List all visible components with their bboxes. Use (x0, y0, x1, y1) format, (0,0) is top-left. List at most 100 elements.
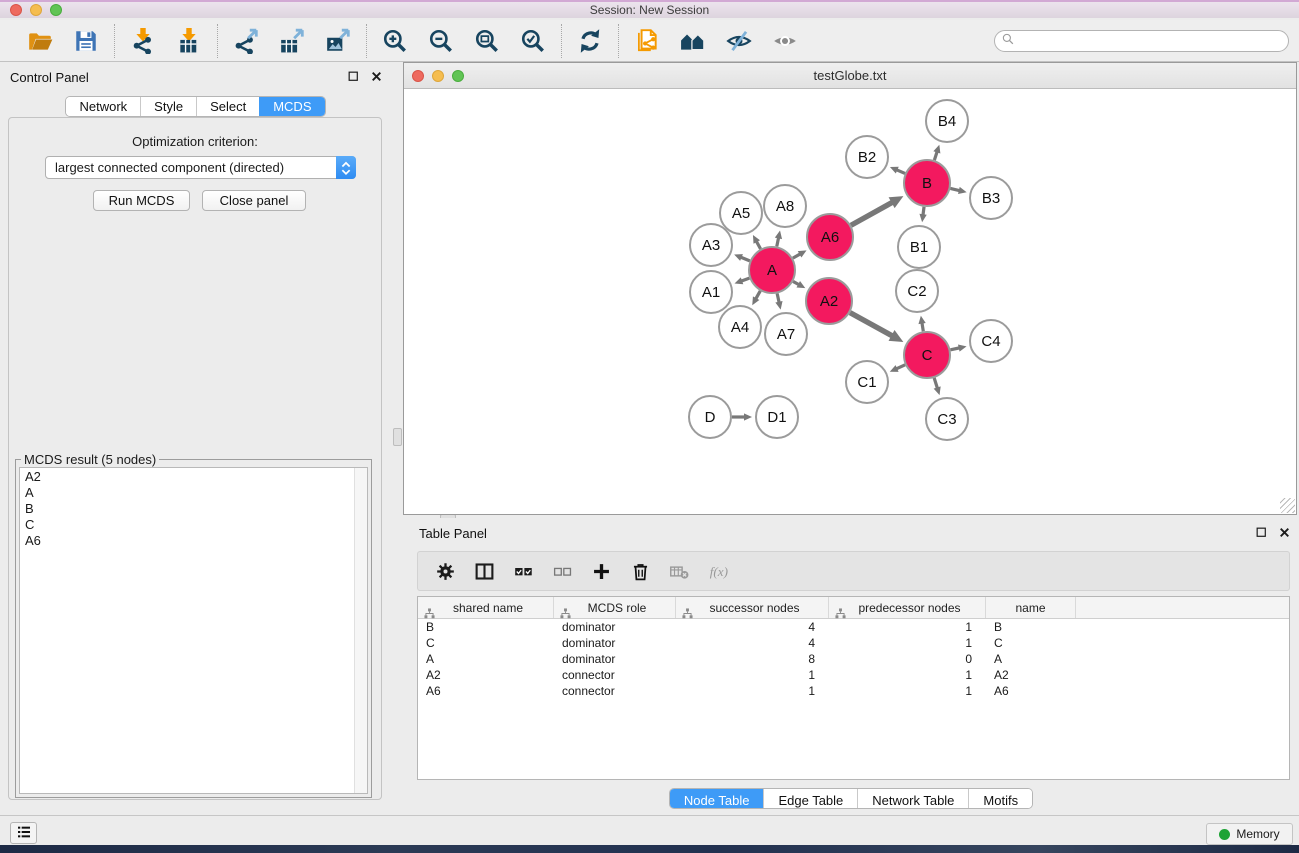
refresh-view-icon[interactable] (576, 27, 604, 55)
graph-node-C2[interactable]: C2 (896, 270, 938, 312)
table-tab-node-table[interactable]: Node Table (670, 789, 764, 809)
column-header-successor-nodes[interactable]: successor nodes (676, 597, 829, 618)
graph-node-B[interactable]: B (904, 160, 950, 206)
graph-node-A8[interactable]: A8 (764, 185, 806, 227)
zoom-selected-icon[interactable] (519, 27, 547, 55)
column-label: MCDS role (588, 601, 647, 615)
tab-network[interactable]: Network (66, 97, 140, 116)
search-box[interactable] (994, 30, 1289, 52)
tab-style[interactable]: Style (140, 97, 196, 116)
cell-name: C (986, 635, 1076, 651)
graph-node-B3[interactable]: B3 (970, 177, 1012, 219)
memory-status-icon (1219, 829, 1230, 840)
import-table-icon[interactable] (175, 27, 203, 55)
table-tab-edge-table[interactable]: Edge Table (763, 789, 857, 809)
close-panel-icon[interactable] (370, 70, 383, 83)
network-window: testGlobe.txt B4 B2 B B3 A5A8A6 A3 B1 A C2 A1 A2 A4… (403, 62, 1297, 515)
network-from-selection-icon[interactable] (633, 27, 661, 55)
graph-node-C1[interactable]: C1 (846, 361, 888, 403)
window-resize-grip[interactable] (1280, 498, 1295, 513)
column-header-predecessor-nodes[interactable]: predecessor nodes (829, 597, 986, 618)
graph-node-C[interactable]: C (904, 332, 950, 378)
column-header-MCDS-role[interactable]: MCDS role (554, 597, 676, 618)
memory-button[interactable]: Memory (1206, 823, 1293, 845)
cell-shared-name: A6 (418, 683, 554, 699)
graph-edge[interactable] (850, 313, 893, 337)
mcds-result-list[interactable]: A2ABCA6 (19, 467, 368, 794)
result-list-item[interactable]: C (20, 517, 354, 533)
graph-node-A1[interactable]: A1 (690, 271, 732, 313)
export-image-icon[interactable] (324, 27, 352, 55)
zoom-fit-icon[interactable] (473, 27, 501, 55)
task-history-button[interactable] (10, 822, 37, 844)
zoom-in-icon[interactable] (381, 27, 409, 55)
search-input[interactable] (1019, 32, 1288, 50)
table-row[interactable]: A2connector11A2 (418, 667, 1289, 683)
graph-node-A7[interactable]: A7 (765, 313, 807, 355)
result-list-item[interactable]: A2 (20, 469, 354, 485)
cell-successor-nodes: 8 (676, 651, 829, 667)
graph-node-A2[interactable]: A2 (806, 278, 852, 324)
import-network-icon[interactable] (129, 27, 157, 55)
graph-node-A3[interactable]: A3 (690, 224, 732, 266)
open-session-icon[interactable] (26, 27, 54, 55)
table-row[interactable]: A6connector11A6 (418, 683, 1289, 699)
table-tab-motifs[interactable]: Motifs (968, 789, 1032, 809)
table-settings-icon[interactable] (434, 560, 456, 582)
zoom-out-icon[interactable] (427, 27, 455, 55)
graph-node-C4[interactable]: C4 (970, 320, 1012, 362)
table-row[interactable]: Adominator80A (418, 651, 1289, 667)
export-table-icon[interactable] (278, 27, 306, 55)
graph-node-B2[interactable]: B2 (846, 136, 888, 178)
graph-node-B1[interactable]: B1 (898, 226, 940, 268)
column-header-name[interactable]: name (986, 597, 1076, 618)
graph-node-B4[interactable]: B4 (926, 100, 968, 142)
hide-selected-icon[interactable] (725, 27, 753, 55)
export-network-icon[interactable] (232, 27, 260, 55)
close-panel-button[interactable]: Close panel (202, 190, 306, 211)
table-row[interactable]: Cdominator41C (418, 635, 1289, 651)
node-label: A4 (731, 319, 749, 336)
edge-arrowhead (744, 413, 752, 420)
table-row[interactable]: Bdominator41B (418, 619, 1289, 635)
float-panel-icon[interactable] (1255, 526, 1268, 539)
split-view-icon[interactable] (473, 560, 495, 582)
graph-node-A4[interactable]: A4 (719, 306, 761, 348)
result-list-scrollbar[interactable] (354, 468, 367, 793)
graph-node-D1[interactable]: D1 (756, 396, 798, 438)
network-canvas[interactable]: B4 B2 B B3 A5A8A6 A3 B1 A C2 A1 A2 A4 A7 C4 C C1 C3 D D1 (404, 89, 1296, 514)
graph-node-A6[interactable]: A6 (807, 214, 853, 260)
deselect-all-icon[interactable] (551, 560, 573, 582)
cell-shared-name: C (418, 635, 554, 651)
graph-node-A5[interactable]: A5 (720, 192, 762, 234)
delete-table-icon (668, 560, 690, 582)
select-all-icon[interactable] (512, 560, 534, 582)
application-window: Session: New Session Control Panel Netwo… (0, 0, 1299, 853)
tab-mcds[interactable]: MCDS (259, 97, 324, 116)
graph-edge[interactable] (851, 202, 893, 226)
first-neighbors-icon[interactable] (679, 27, 707, 55)
tab-select[interactable]: Select (196, 97, 259, 116)
close-panel-icon[interactable] (1278, 526, 1291, 539)
column-header-shared-name[interactable]: shared name (418, 597, 554, 618)
delete-column-icon[interactable] (629, 560, 651, 582)
graph-node-D[interactable]: D (689, 396, 731, 438)
edge-arrowhead (933, 145, 940, 154)
result-list-item[interactable]: B (20, 501, 354, 517)
optimization-dropdown[interactable]: largest connected component (directed) (45, 156, 356, 179)
new-column-icon[interactable] (590, 560, 612, 582)
table-tab-network-table[interactable]: Network Table (857, 789, 968, 809)
status-bar: Memory (0, 815, 1299, 845)
network-window-titlebar[interactable]: testGlobe.txt (404, 63, 1296, 89)
save-session-icon[interactable] (72, 27, 100, 55)
result-list-item[interactable]: A6 (20, 533, 354, 549)
run-mcds-button[interactable]: Run MCDS (93, 190, 190, 211)
mcds-result-title: MCDS result (5 nodes) (21, 452, 159, 467)
show-all-icon[interactable] (771, 27, 799, 55)
node-label: B1 (910, 239, 928, 256)
graph-node-C3[interactable]: C3 (926, 398, 968, 440)
float-panel-icon[interactable] (347, 70, 360, 83)
result-list-item[interactable]: A (20, 485, 354, 501)
graph-node-A[interactable]: A (749, 247, 795, 293)
panel-divider-grip[interactable] (393, 428, 402, 446)
